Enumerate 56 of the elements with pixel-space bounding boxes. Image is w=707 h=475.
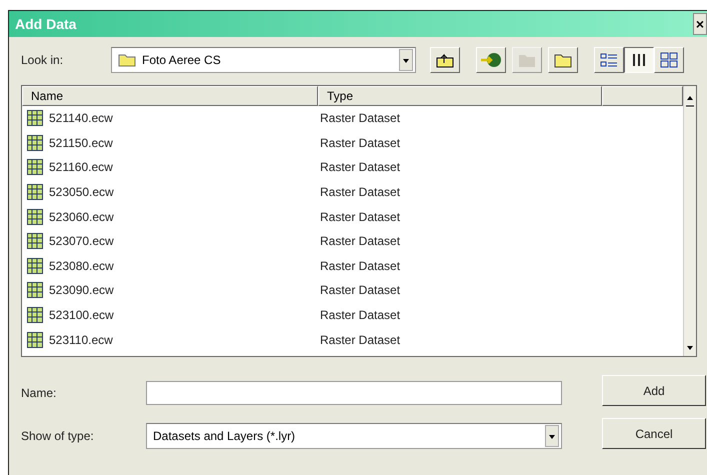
file-name[interactable]: 523060.ecw bbox=[49, 210, 114, 224]
file-name[interactable]: 521150.ecw bbox=[49, 136, 113, 150]
file-type: Raster Dataset bbox=[319, 210, 402, 224]
raster-icon bbox=[27, 208, 43, 225]
name-label: Name: bbox=[21, 386, 58, 400]
file-name[interactable]: 523070.ecw bbox=[49, 234, 114, 248]
raster-icon bbox=[27, 110, 43, 126]
file-type: Raster Dataset bbox=[319, 332, 402, 347]
file-type: Raster Dataset bbox=[319, 136, 402, 150]
folder-icon bbox=[118, 53, 136, 67]
thumbnails-icon bbox=[660, 52, 678, 68]
raster-icon bbox=[27, 307, 43, 324]
raster-icon bbox=[27, 233, 43, 250]
new-folder-icon bbox=[553, 52, 573, 68]
raster-icon bbox=[27, 184, 43, 200]
file-type: Raster Dataset bbox=[319, 160, 402, 174]
look-in-label: Look in: bbox=[21, 53, 64, 67]
file-type: Raster Dataset bbox=[319, 308, 402, 322]
scrollbar[interactable] bbox=[683, 86, 696, 356]
file-name[interactable]: 523100.ecw bbox=[49, 308, 114, 322]
type-dropdown[interactable]: Datasets and Layers (*.lyr) bbox=[146, 423, 562, 449]
look-in-dropdown[interactable]: Foto Aeree CS bbox=[111, 47, 416, 73]
file-type: Raster Dataset bbox=[319, 111, 402, 126]
add-button[interactable]: Add bbox=[602, 375, 706, 406]
file-name[interactable]: 521160.ecw bbox=[49, 160, 113, 174]
file-name[interactable]: 523090.ecw bbox=[49, 283, 114, 298]
raster-icon bbox=[27, 258, 43, 274]
file-name[interactable]: 523080.ecw bbox=[49, 258, 114, 273]
toolbar-button[interactable] bbox=[548, 47, 578, 73]
close-button[interactable]: × bbox=[692, 13, 707, 35]
view-button[interactable] bbox=[624, 47, 654, 73]
details-view-icon bbox=[631, 52, 647, 68]
toolbar-button[interactable] bbox=[430, 47, 460, 73]
window-title: Add Data bbox=[15, 16, 76, 32]
file-type: Raster Dataset bbox=[319, 185, 402, 200]
raster-icon bbox=[27, 332, 43, 348]
raster-icon bbox=[27, 159, 43, 176]
folder-icon bbox=[517, 52, 537, 68]
file-name[interactable]: 521140.ecw bbox=[49, 111, 113, 126]
up-folder-icon bbox=[435, 52, 455, 68]
type-label: Show of type: bbox=[21, 429, 95, 443]
list-view-icon bbox=[600, 52, 618, 68]
column-header[interactable] bbox=[602, 86, 683, 106]
file-type: Raster Dataset bbox=[319, 258, 402, 273]
file-name[interactable]: 523050.ecw bbox=[49, 185, 114, 200]
cancel-button[interactable]: Cancel bbox=[602, 418, 706, 449]
name-input-field[interactable] bbox=[146, 381, 562, 405]
globe-arrow-icon bbox=[480, 52, 502, 68]
raster-icon bbox=[27, 282, 43, 298]
column-header[interactable]: Type bbox=[318, 86, 602, 106]
file-name[interactable]: 523110.ecw bbox=[49, 332, 113, 347]
column-header[interactable]: Name bbox=[22, 86, 318, 106]
toolbar-button[interactable] bbox=[476, 47, 506, 73]
file-type: Raster Dataset bbox=[319, 283, 402, 298]
file-type: Raster Dataset bbox=[319, 234, 402, 248]
raster-icon bbox=[27, 134, 43, 151]
